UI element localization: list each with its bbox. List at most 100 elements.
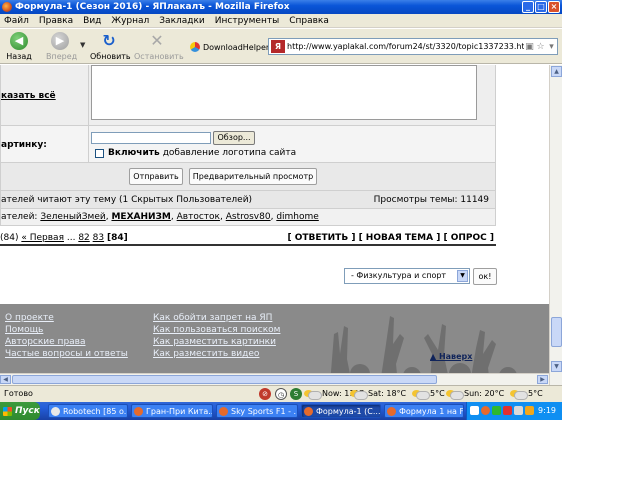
url-text[interactable]: http://www.yaplakal.com/forum24/st/3320/… [287, 42, 524, 51]
firefox-icon [387, 406, 396, 416]
taskbar-item-label: Формула 1 на F... [399, 406, 464, 416]
menu-file[interactable]: Файл [4, 16, 29, 26]
logo-checkbox[interactable] [95, 148, 104, 158]
partly-cloudy-icon [304, 388, 322, 400]
maximize-button[interactable]: □ [535, 1, 547, 13]
system-clock[interactable]: 9:19 [538, 406, 556, 415]
menu-view[interactable]: Вид [83, 16, 101, 26]
tray-arrow-icon[interactable] [470, 406, 479, 415]
history-dropdown-icon[interactable]: ▼ [80, 41, 85, 49]
user-link[interactable]: МЕХАНИЗМ [111, 212, 170, 222]
firefox-icon [134, 406, 143, 416]
windows-taskbar: Пуск Robotech [85 o... Гран-При Кита... … [0, 402, 562, 420]
taskbar-item-label: Гран-При Кита... [146, 406, 213, 416]
downloadhelper-button[interactable]: DownloadHelper [190, 42, 269, 52]
horizontal-scrollbar[interactable]: ◀ ▶ [0, 373, 549, 385]
reload-button[interactable]: ↻ Обновить [90, 32, 131, 62]
downloadhelper-icon [190, 42, 200, 52]
forum-jump-select[interactable]: - Физкультура и спорт ▼ [344, 268, 470, 284]
tray-firefox-icon[interactable] [481, 406, 490, 415]
firefox-icon [2, 2, 12, 12]
menu-edit[interactable]: Правка [39, 16, 73, 26]
menu-bookmarks[interactable]: Закладки [159, 16, 205, 26]
menu-history[interactable]: Журнал [111, 16, 149, 26]
image-upload-row: артинку: Обзор... Включить добавление ло… [0, 126, 496, 163]
chevron-down-icon[interactable]: ▼ [457, 270, 468, 282]
firefox-icon [219, 406, 228, 416]
browse-button[interactable]: Обзор... [213, 131, 255, 145]
back-button[interactable]: ◀ Назад [6, 32, 32, 61]
page-link-82[interactable]: 82 [78, 233, 89, 243]
status-bar: Готово ⊘ ◷ S Now: 11°C Sat: 18°C 5°C Sun… [0, 385, 562, 402]
user-link[interactable]: ЗеленыйЗмей [40, 212, 105, 222]
reply-textarea[interactable] [91, 65, 477, 120]
bookmark-star-icon[interactable]: ☆ [535, 42, 546, 52]
show-all-link[interactable]: казать всё [1, 91, 56, 101]
horizontal-scroll-thumb[interactable] [12, 375, 437, 384]
first-page-link[interactable]: « Первая [21, 233, 64, 243]
taskbar-item[interactable]: Sky Sports F1 - ... [216, 404, 298, 418]
footer-link[interactable]: Как обойти запрет на ЯП [153, 313, 280, 323]
footer-link[interactable]: Авторские права [5, 337, 128, 347]
rss-icon[interactable]: ▣ [524, 42, 535, 52]
send-button[interactable]: Отправить [129, 168, 183, 185]
menu-help[interactable]: Справка [289, 16, 329, 26]
partly-cloudy-icon [350, 388, 368, 400]
url-dropdown-icon[interactable]: ▾ [546, 42, 557, 52]
tray-volume-icon[interactable] [514, 406, 523, 415]
firefox-icon [304, 406, 313, 416]
minimize-button[interactable]: _ [522, 1, 534, 13]
taskbar-item[interactable]: Robotech [85 o... [48, 404, 128, 418]
forward-label: Вперед [46, 52, 78, 61]
close-button[interactable]: × [548, 1, 560, 13]
page-link-83[interactable]: 83 [93, 233, 104, 243]
menu-tools[interactable]: Инструменты [215, 16, 279, 26]
scroll-left-icon[interactable]: ◀ [0, 375, 11, 384]
logo-checkbox-row[interactable]: Включить добавление логотипа сайта [95, 148, 296, 158]
addon-icon[interactable]: S [290, 388, 302, 400]
scroll-down-icon[interactable]: ▼ [551, 361, 562, 372]
back-to-top-link[interactable]: ▲ Наверх [430, 352, 472, 361]
forum-jump-value: - Физкультура и спорт [351, 271, 447, 280]
footer-link[interactable]: Как разместить картинки [153, 337, 280, 347]
users-prefix: ателей: [1, 212, 38, 222]
weather-label: Sun: 20°C [464, 388, 505, 398]
taskbar-item[interactable]: Формула 1 на F... [384, 404, 464, 418]
user-link[interactable]: Astrosv80 [226, 212, 271, 222]
footer-link[interactable]: Помощь [5, 325, 128, 335]
scroll-up-icon[interactable]: ▲ [551, 66, 562, 77]
logo-checkbox-text: добавление логотипа сайта [162, 148, 297, 158]
forward-button[interactable]: ▶ Вперед [46, 32, 78, 61]
forum-jump-ok-button[interactable]: ок! [473, 268, 497, 285]
tray-update-icon[interactable] [525, 406, 534, 415]
footer-link[interactable]: Как пользоваться поиском [153, 325, 280, 335]
weather-sat[interactable]: Sat: 18°C [350, 388, 406, 400]
topic-actions[interactable]: [ ОТВЕТИТЬ ] [ НОВАЯ ТЕМА ] [ ОПРОС ] [287, 233, 494, 243]
footer-link[interactable]: Как разместить видео [153, 349, 280, 359]
tray-network-icon[interactable] [492, 406, 501, 415]
start-button[interactable]: Пуск [0, 402, 40, 420]
weather-sun-low[interactable]: 5°C [510, 388, 543, 400]
crowd-hands-image [330, 316, 517, 384]
footer-link[interactable]: Частые вопросы и ответы [5, 349, 128, 359]
vertical-scrollbar[interactable]: ▲ ▼ [549, 65, 562, 385]
taskbar-item[interactable]: Гран-При Кита... [131, 404, 213, 418]
user-link[interactable]: Автосток [177, 212, 220, 222]
weather-sun[interactable]: Sun: 20°C [446, 388, 505, 400]
address-bar[interactable]: Я http://www.yaplakal.com/forum24/st/332… [268, 38, 558, 55]
footer-link[interactable]: О проекте [5, 313, 128, 323]
file-input[interactable] [91, 132, 211, 144]
stop-button[interactable]: ✕ Остановить [134, 32, 184, 62]
vertical-scroll-thumb[interactable] [551, 317, 562, 347]
preview-button[interactable]: Предварительный просмотр [189, 168, 317, 185]
clock-icon[interactable]: ◷ [275, 388, 287, 400]
adblock-icon[interactable]: ⊘ [259, 388, 271, 400]
topic-views: Просмотры темы: 11149 [373, 195, 489, 205]
user-link[interactable]: dimhome [276, 212, 319, 222]
scroll-right-icon[interactable]: ▶ [537, 375, 548, 384]
site-favicon-icon: Я [271, 40, 285, 53]
tray-antivirus-icon[interactable] [503, 406, 512, 415]
taskbar-item-active[interactable]: Формула-1 (С... [301, 404, 381, 418]
weather-sat-low[interactable]: 5°C [412, 388, 445, 400]
pagination: (84) « Первая ... 82 83 [84] [0, 233, 128, 243]
